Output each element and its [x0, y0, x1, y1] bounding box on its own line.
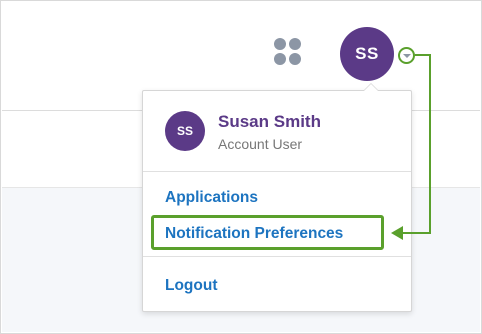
apps-grid-icon[interactable] [274, 38, 302, 66]
user-avatar-button[interactable]: SS [340, 27, 394, 81]
callout-highlight-box [151, 215, 384, 250]
menu-divider [143, 256, 411, 257]
apps-dot [274, 53, 286, 65]
menu-divider [143, 171, 411, 172]
apps-dot [289, 38, 301, 50]
avatar: SS [165, 111, 205, 151]
callout-connector [401, 232, 431, 234]
callout-connector [429, 54, 431, 234]
user-role: Account User [218, 136, 303, 152]
callout-connector [415, 54, 430, 56]
callout-arrow-icon [391, 226, 403, 240]
menu-item-applications[interactable]: Applications [165, 189, 258, 207]
apps-dot [289, 53, 301, 65]
user-dropdown-menu: SS Susan Smith Account User Applications… [142, 83, 412, 312]
apps-dot [274, 38, 286, 50]
menu-item-logout[interactable]: Logout [165, 277, 218, 295]
user-name: Susan Smith [218, 112, 321, 131]
chevron-down-icon[interactable] [398, 47, 415, 64]
